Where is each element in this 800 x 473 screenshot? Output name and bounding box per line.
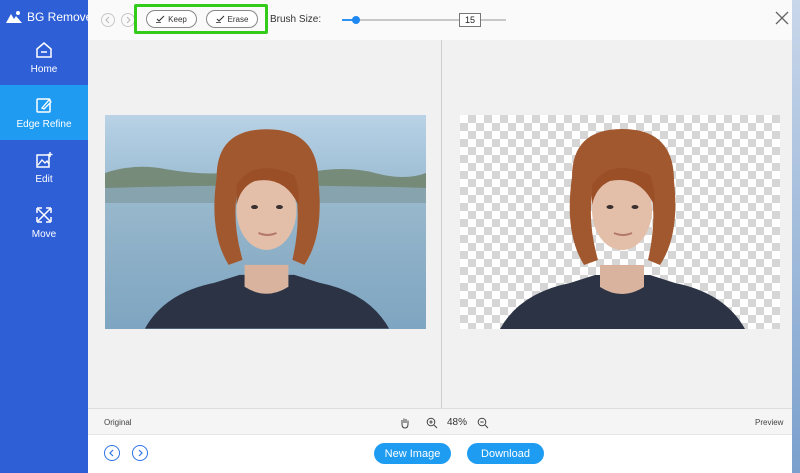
download-button[interactable]: Download: [467, 443, 544, 464]
home-icon: [36, 42, 52, 58]
original-label: Original: [104, 418, 132, 427]
erase-button[interactable]: Erase: [206, 10, 258, 28]
edit-brush-icon: [36, 98, 52, 113]
keep-label: Keep: [168, 14, 187, 24]
sidebar: BG Remover Home Edge Refine Edit Move: [0, 0, 96, 473]
close-icon[interactable]: [774, 10, 790, 26]
transparent-preview: [460, 115, 780, 329]
app-brand: BG Remover: [6, 9, 96, 25]
chevron-left-icon: [109, 449, 114, 457]
app-window: BG Remover Home Edge Refine Edit Move Ke…: [0, 0, 792, 473]
sidebar-item-label: Edit: [35, 174, 53, 185]
erase-label: Erase: [227, 14, 249, 24]
brush-size-thumb[interactable]: [351, 16, 360, 24]
original-canvas[interactable]: [88, 40, 441, 408]
toolbar: Keep Erase Brush Size: 15: [88, 0, 792, 40]
redo-arrow-icon: [126, 16, 131, 24]
next-button[interactable]: [132, 445, 148, 461]
previous-button[interactable]: [104, 445, 120, 461]
brush-erase-icon: [215, 15, 224, 23]
sidebar-item-label: Move: [31, 229, 57, 240]
footer: New Image Download: [88, 434, 792, 473]
undo-arrow-icon: [105, 16, 110, 24]
zoom-level: 48%: [447, 417, 468, 428]
redo-button[interactable]: [121, 13, 135, 27]
sidebar-item-label: Home: [30, 64, 58, 75]
new-image-button[interactable]: New Image: [374, 443, 451, 464]
sidebar-item-label: Edge Refine: [16, 119, 72, 130]
desktop-background: [792, 0, 800, 473]
hand-pan-icon[interactable]: [399, 417, 411, 429]
sidebar-item-edit[interactable]: Edit: [0, 140, 88, 195]
undo-button[interactable]: [101, 13, 115, 27]
zoom-in-icon[interactable]: [426, 417, 438, 429]
preview-label: Preview: [755, 418, 784, 427]
preview-canvas[interactable]: [442, 40, 792, 408]
original-photo: [105, 115, 426, 329]
woman-cutout: [500, 129, 745, 329]
status-bar: Original 48% Preview: [88, 408, 792, 434]
sidebar-item-edge-refine[interactable]: Edge Refine: [0, 85, 88, 140]
chevron-right-icon: [138, 449, 143, 457]
brush-size-value[interactable]: 15: [459, 13, 481, 27]
woman-portrait: [144, 129, 390, 329]
sidebar-item-home[interactable]: Home: [0, 30, 88, 85]
mountain-logo-icon: [6, 11, 22, 23]
zoom-out-icon[interactable]: [477, 417, 489, 429]
keep-button[interactable]: Keep: [146, 10, 197, 28]
move-arrows-icon: [36, 207, 52, 223]
brush-size-slider[interactable]: [342, 16, 506, 24]
brush-check-icon: [156, 15, 165, 23]
image-edit-icon: [36, 152, 53, 168]
app-title: BG Remover: [27, 10, 97, 24]
brush-size-label: Brush Size:: [270, 14, 322, 25]
sidebar-item-move[interactable]: Move: [0, 195, 88, 250]
